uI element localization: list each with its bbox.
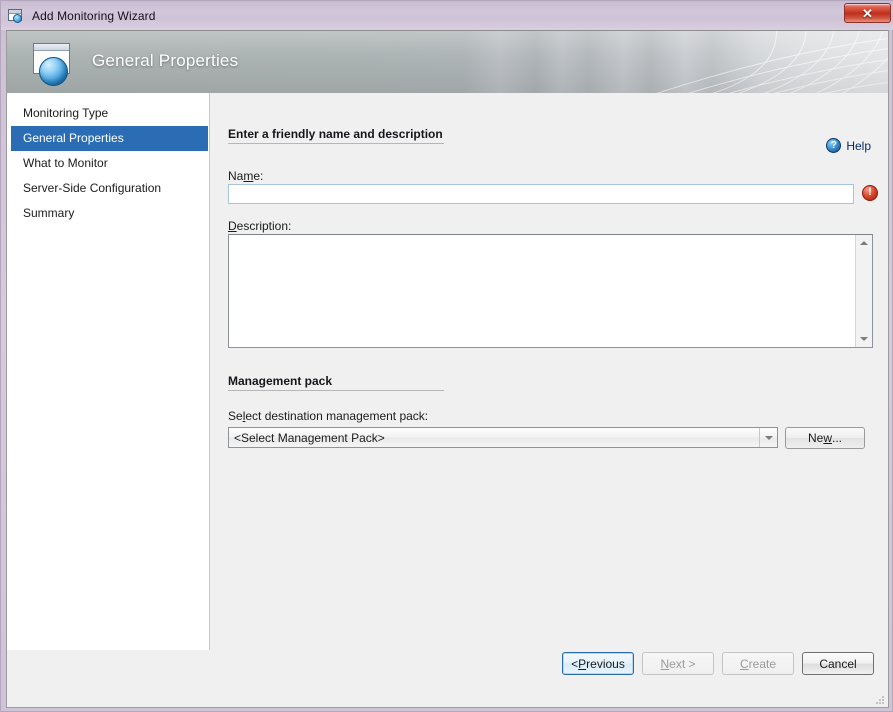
description-label: Description: <box>228 219 291 233</box>
next-button[interactable]: Next > <box>642 652 714 675</box>
page-title: General Properties <box>92 51 238 71</box>
client-area: General Properties Monitoring Type Gener… <box>6 30 889 708</box>
management-pack-combobox[interactable]: <Select Management Pack> <box>228 427 778 448</box>
description-field-wrap <box>228 234 873 348</box>
name-input[interactable] <box>228 184 854 204</box>
mesh-decoration-icon <box>588 31 888 93</box>
sidebar-item-label: Summary <box>23 206 74 220</box>
content-pane: ? Help Enter a friendly name and descrip… <box>210 93 888 707</box>
sidebar-item-what-to-monitor[interactable]: What to Monitor <box>11 151 208 176</box>
resize-grip-icon[interactable] <box>874 694 885 705</box>
management-pack-selected-value: <Select Management Pack> <box>229 431 759 445</box>
chevron-down-icon[interactable] <box>759 428 777 447</box>
question-mark-icon: ? <box>826 138 841 153</box>
wizard-footer: < Previous Next > Create Cancel <box>210 648 888 707</box>
sidebar-item-monitoring-type[interactable]: Monitoring Type <box>11 101 208 126</box>
heading-rule <box>228 390 444 391</box>
sidebar-item-general-properties[interactable]: General Properties <box>11 126 208 151</box>
scroll-up-icon[interactable] <box>856 235 872 251</box>
sidebar-item-label: Monitoring Type <box>23 106 108 120</box>
sidebar-item-label: What to Monitor <box>23 156 108 170</box>
window-sphere-icon <box>8 8 25 24</box>
wizard-window: Add Monitoring Wizard ✕ <box>0 0 893 712</box>
section-heading-management-pack: Management pack <box>228 374 444 391</box>
section-heading-name: Enter a friendly name and description <box>228 127 444 144</box>
previous-button[interactable]: < Previous <box>562 652 634 675</box>
sidebar-item-summary[interactable]: Summary <box>11 201 208 226</box>
sidebar-item-label: Server-Side Configuration <box>23 181 161 195</box>
description-textarea[interactable] <box>229 235 872 347</box>
sidebar-item-server-side-configuration[interactable]: Server-Side Configuration <box>11 176 208 201</box>
title-bar: Add Monitoring Wizard ✕ <box>1 1 893 30</box>
close-button[interactable]: ✕ <box>844 3 891 23</box>
close-icon: ✕ <box>862 7 873 20</box>
heading-rule <box>228 143 444 144</box>
wizard-steps-sidebar: Monitoring Type General Properties What … <box>7 93 210 650</box>
window-title: Add Monitoring Wizard <box>32 9 155 23</box>
sidebar-item-label: General Properties <box>23 131 124 145</box>
error-exclamation-icon: ! <box>862 185 878 201</box>
description-scrollbar[interactable] <box>855 235 872 347</box>
name-label: Name: <box>228 169 263 183</box>
create-button[interactable]: Create <box>722 652 794 675</box>
scroll-down-icon[interactable] <box>856 331 872 347</box>
help-link[interactable]: ? Help <box>826 138 871 153</box>
window-sphere-icon <box>25 43 77 87</box>
help-label: Help <box>846 139 871 153</box>
new-management-pack-button[interactable]: New... <box>785 427 865 449</box>
management-pack-label: Select destination management pack: <box>228 409 428 423</box>
wizard-banner: General Properties <box>7 31 888 93</box>
cancel-button[interactable]: Cancel <box>802 652 874 675</box>
